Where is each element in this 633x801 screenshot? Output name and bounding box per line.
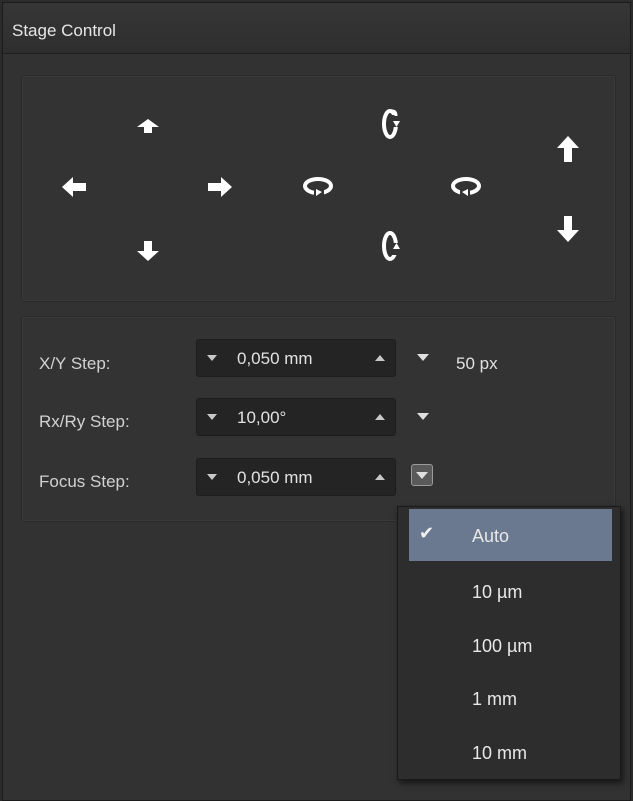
move-y-down-button[interactable] [132, 236, 164, 266]
xy-step-pixels: 50 px [456, 354, 498, 373]
chevron-down-icon [207, 355, 217, 361]
move-y-up-button[interactable] [132, 114, 164, 138]
chevron-up-icon [375, 474, 385, 480]
xy-step-spinbox[interactable]: 0,050 mm [196, 339, 396, 377]
step-settings-group: X/Y Step: 0,050 mm 50 px Rx/Ry Step: 10,… [21, 316, 616, 522]
xy-step-preset-dropdown[interactable] [412, 346, 434, 368]
menu-item-10mm[interactable]: 10 mm [409, 726, 612, 778]
chevron-down-icon [417, 353, 429, 361]
rxry-step-increment[interactable] [369, 399, 391, 435]
checkmark-icon: ✔ [419, 523, 435, 543]
chevron-up-icon [375, 355, 385, 361]
panel-title: Stage Control [12, 21, 116, 40]
rotate-vertical-up-icon [382, 109, 400, 139]
rotate-horizontal-left-icon [303, 177, 333, 197]
focus-step-spinbox[interactable]: 0,050 mm [196, 458, 396, 496]
focus-down-button[interactable] [552, 212, 584, 246]
focus-up-button[interactable] [552, 132, 584, 166]
menu-item-1mm[interactable]: 1 mm [409, 672, 612, 724]
focus-step-increment[interactable] [369, 459, 391, 495]
rotate-y-right-button[interactable] [446, 170, 486, 202]
focus-step-preset-menu: ✔ Auto 10 µm 100 µm 1 mm 10 mm [397, 506, 621, 780]
rotate-x-positive-button[interactable] [374, 104, 406, 144]
menu-item-label: 10 mm [472, 743, 528, 763]
menu-item-label: Auto [472, 526, 510, 546]
menu-item-10um[interactable]: 10 µm [409, 565, 612, 617]
xy-step-decrement[interactable] [201, 340, 223, 376]
rotate-x-negative-button[interactable] [374, 226, 406, 266]
rxry-step-label: Rx/Ry Step: [39, 412, 130, 431]
rxry-step-preset-dropdown[interactable] [412, 405, 434, 427]
arrow-down-icon [557, 216, 579, 242]
focus-step-decrement[interactable] [201, 459, 223, 495]
menu-item-100um[interactable]: 100 µm [409, 619, 612, 671]
chevron-down-icon [207, 474, 217, 480]
menu-item-auto[interactable]: ✔ Auto [409, 509, 612, 561]
focus-step-preset-dropdown[interactable] [411, 464, 433, 486]
chevron-up-icon [375, 414, 385, 420]
chevron-down-icon [417, 412, 429, 420]
arrow-up-icon [557, 136, 579, 162]
chevron-down-icon [416, 471, 428, 479]
move-x-right-button[interactable] [202, 172, 238, 202]
menu-item-label: 100 µm [472, 636, 533, 656]
chevron-down-icon [207, 414, 217, 420]
focus-step-label: Focus Step: [39, 472, 130, 491]
menu-item-label: 10 µm [472, 582, 523, 602]
xy-step-increment[interactable] [369, 340, 391, 376]
menu-item-label: 1 mm [472, 689, 517, 709]
xy-step-value[interactable]: 0,050 mm [237, 349, 313, 369]
rotate-y-left-button[interactable] [298, 170, 338, 202]
arrow-left-icon [62, 177, 86, 197]
arrow-down-icon [137, 241, 159, 261]
rxry-step-value[interactable]: 10,00° [237, 408, 286, 428]
rxry-step-decrement[interactable] [201, 399, 223, 435]
move-x-left-button[interactable] [56, 172, 92, 202]
rxry-step-spinbox[interactable]: 10,00° [196, 398, 396, 436]
arrow-right-icon [208, 177, 232, 197]
xy-step-label: X/Y Step: [39, 354, 111, 373]
rotate-horizontal-right-icon [451, 177, 481, 197]
jog-controls-group [21, 75, 616, 302]
focus-step-value[interactable]: 0,050 mm [237, 468, 313, 488]
panel-titlebar: Stage Control [3, 3, 630, 54]
arrow-up-small-icon [137, 119, 159, 133]
rotate-vertical-down-icon [382, 231, 400, 261]
